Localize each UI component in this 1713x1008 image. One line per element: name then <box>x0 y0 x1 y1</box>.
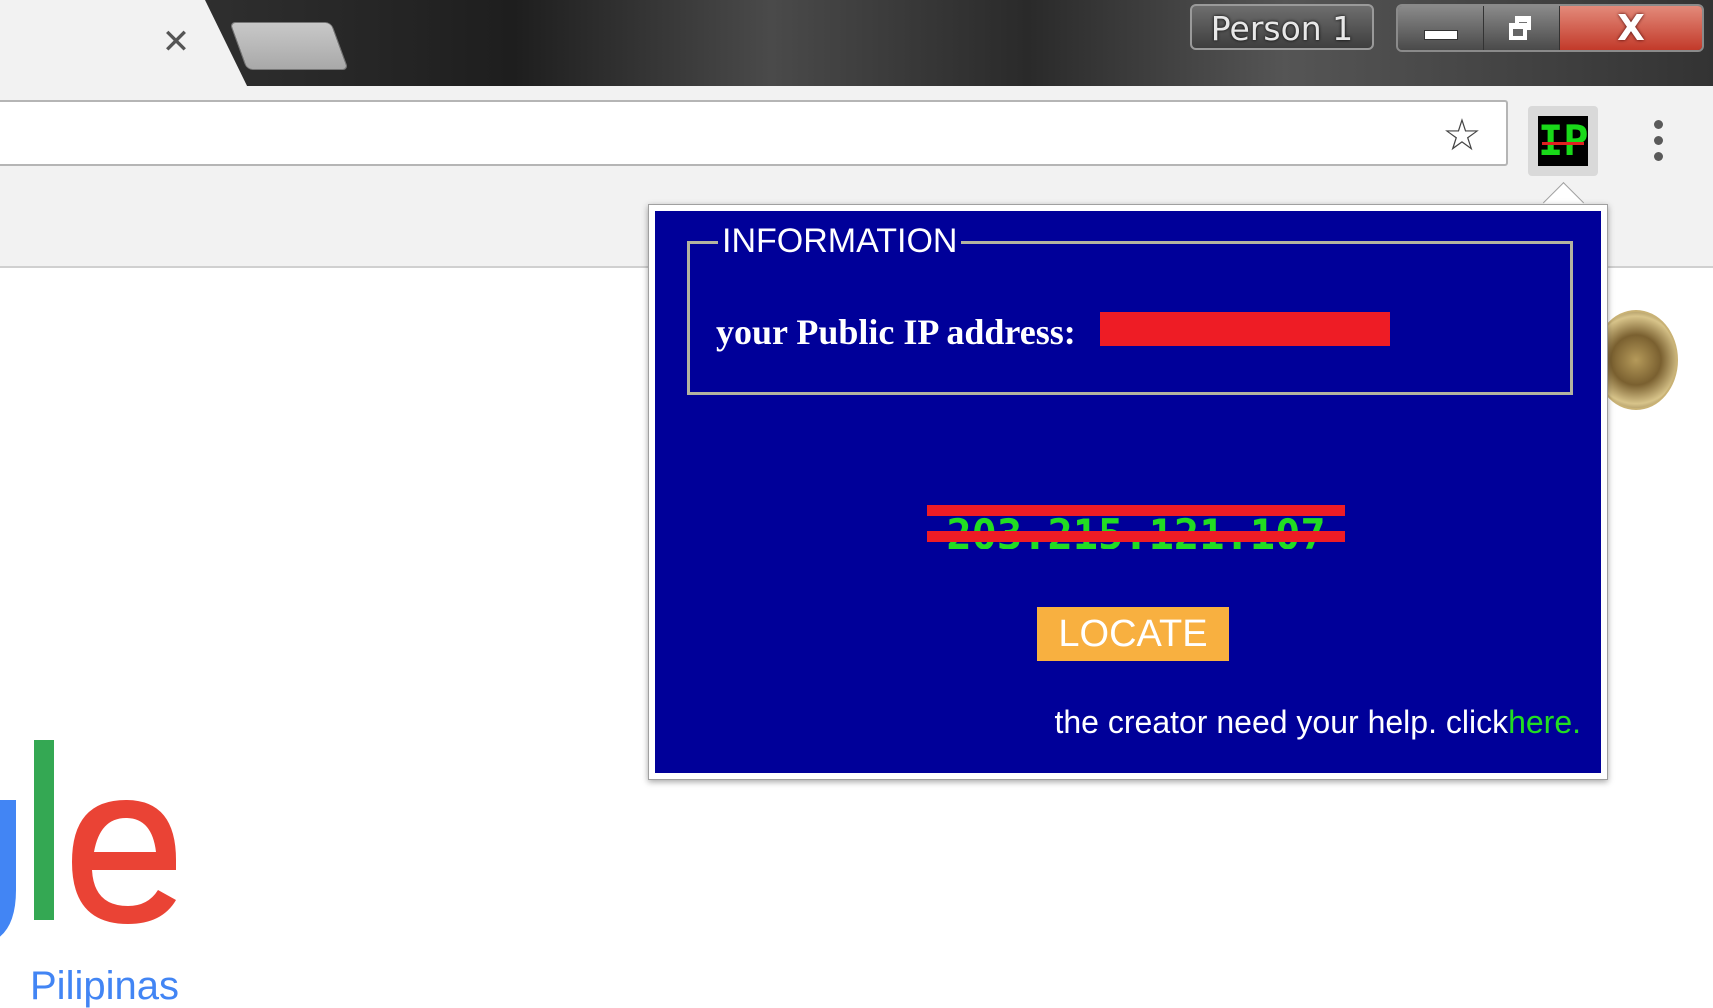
tab-close-icon[interactable]: ✕ <box>158 24 194 60</box>
google-logo <box>0 740 176 937</box>
logo-l <box>34 740 54 920</box>
minimize-icon <box>1423 30 1458 40</box>
ip-redaction-top <box>927 505 1345 516</box>
address-bar[interactable]: ☆ <box>0 100 1508 166</box>
public-ip-redaction <box>1100 312 1390 346</box>
help-message: the creator need your help. clickhere. <box>1054 701 1581 743</box>
active-tab[interactable]: ✕ <box>0 0 250 92</box>
ip-extension-icon: IP <box>1538 116 1588 166</box>
new-tab-button[interactable] <box>229 22 349 70</box>
help-link[interactable]: here. <box>1508 704 1581 740</box>
popup-content: INFORMATION your Public IP address: 203.… <box>655 211 1601 773</box>
public-ip-label: your Public IP address: <box>716 312 1076 352</box>
close-icon: X <box>1617 7 1645 49</box>
restore-icon <box>1508 16 1535 40</box>
window-controls: X <box>1396 4 1704 52</box>
logo-g-descender <box>0 800 16 937</box>
ip-redaction-bottom <box>927 531 1345 542</box>
logo-e <box>72 800 176 924</box>
locate-button[interactable]: LOCATE <box>1037 607 1229 661</box>
ip-address-display: 203.215.121.107 <box>927 505 1345 549</box>
ip-extension-popup: INFORMATION your Public IP address: 203.… <box>648 204 1608 780</box>
ip-extension-button[interactable]: IP <box>1528 106 1598 176</box>
browser-toolbar: ☆ IP <box>0 86 1713 183</box>
help-text: the creator need your help. click <box>1054 704 1509 740</box>
fieldset-legend: INFORMATION <box>718 220 962 262</box>
profile-button[interactable]: Person 1 <box>1190 4 1374 50</box>
restore-button[interactable] <box>1484 6 1560 50</box>
close-window-button[interactable]: X <box>1560 6 1702 50</box>
minimize-button[interactable] <box>1398 6 1484 50</box>
browser-menu-icon[interactable] <box>1648 120 1668 170</box>
information-fieldset: INFORMATION your Public IP address: <box>687 220 1573 395</box>
bookmark-star-icon[interactable]: ☆ <box>1438 112 1486 160</box>
region-label: Pilipinas <box>30 964 179 1008</box>
title-bar: ✕ Person 1 X <box>0 0 1713 92</box>
